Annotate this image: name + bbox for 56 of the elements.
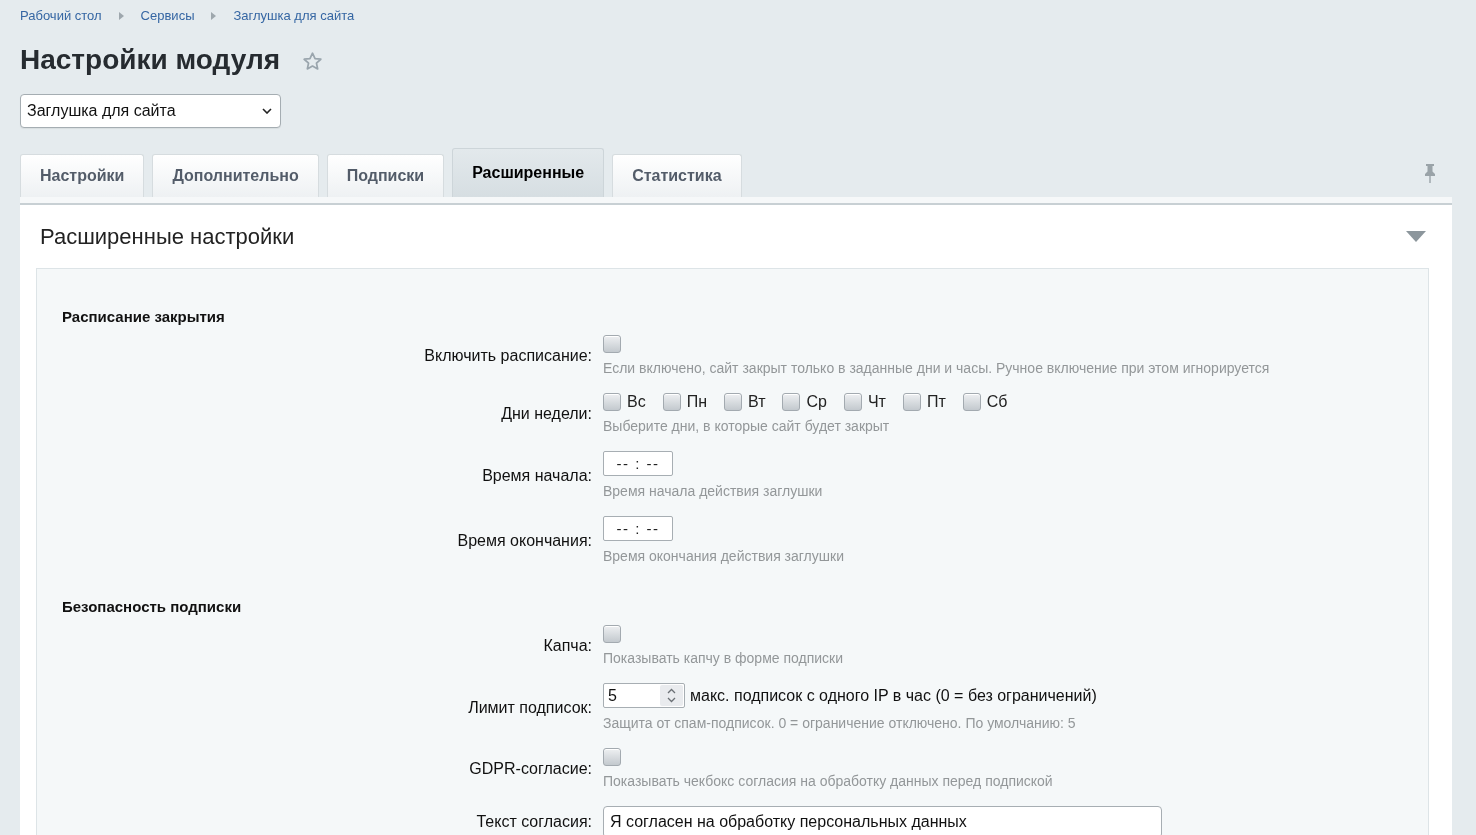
hint-text: Время начала действия заглушки [603,483,824,500]
pin-icon[interactable] [1424,163,1436,183]
checkbox[interactable] [962,393,981,411]
tab[interactable]: Подписки [326,154,445,197]
tab[interactable]: Дополнительно [152,154,319,197]
day-label: Ср [806,393,827,411]
module-select[interactable]: Заглушка для сайта [20,94,281,128]
breadcrumb-link[interactable]: Заглушка для сайта [233,8,355,24]
hint-text: Если включено, сайт закрыт только в заданные дни и часы. Ручное включение при этом игнорируется [603,360,1271,377]
hint-text: Показывать капчу в форме подписки [603,650,845,667]
checkbox[interactable] [782,393,801,411]
checkbox[interactable] [662,393,681,411]
hint-text: Защита от спам-подписок. 0 = ограничение отключено. По умолчанию: 5 [603,715,1077,732]
checkbox[interactable] [603,748,621,766]
breadcrumb-arrow-icon [211,12,217,20]
text-field[interactable]: Я согласен на обработку персональных данных [603,806,1162,835]
day-label: Сб [986,393,1008,411]
field-label: Время окончания: [457,530,592,551]
field-label: Дни недели: [501,404,592,424]
breadcrumb-link[interactable]: Рабочий стол [20,8,102,24]
chevron-down-icon [262,108,272,114]
day-label: Пн [686,393,707,411]
time-field[interactable]: -- : -- [603,516,673,541]
tab[interactable]: Статистика [612,154,742,197]
field-label: GDPR-согласие: [469,759,592,779]
field-label: Текст согласия: [476,812,592,832]
field-label: Капча: [543,636,592,656]
checkbox[interactable] [603,625,621,643]
field-label: Включить расписание: [424,346,592,366]
checkbox[interactable] [724,393,742,411]
field-label: Время начала: [482,465,592,486]
day-label: Вт [748,393,766,411]
time-field[interactable]: -- : -- [603,451,673,476]
breadcrumb-link[interactable]: Сервисы [140,8,195,24]
tab[interactable]: Расширенные [452,148,605,197]
day-label: Пт [926,393,946,411]
checkbox[interactable] [603,335,621,353]
field-suffix: макс. подписок с одного IP в час (0 = без ограничений) [690,685,1097,706]
day-label: Чт [867,393,886,411]
stepper-icon[interactable] [660,685,683,706]
triangle-down-icon[interactable] [1406,231,1426,242]
star-icon[interactable] [302,50,324,72]
field-label: Лимит подписок: [468,697,592,718]
checkbox[interactable] [843,393,862,411]
hint-text: Выберите дни, в которые сайт будет закрыт [603,418,891,435]
hint-text: Показывать чекбокс согласия на обработку данных перед подпиской [603,773,1054,790]
tab[interactable]: Настройки [20,154,145,197]
checkbox[interactable] [603,393,621,411]
panel-title: Расширенные настройки [40,223,295,251]
checkbox[interactable] [902,393,921,411]
section-heading: Безопасность подписки [62,597,243,617]
page-title: Настройки модуля [20,43,281,77]
section-heading: Расписание закрытия [62,307,226,327]
day-label: Вс [627,393,646,411]
breadcrumb-arrow-icon [118,12,124,20]
hint-text: Время окончания действия заглушки [603,548,845,565]
